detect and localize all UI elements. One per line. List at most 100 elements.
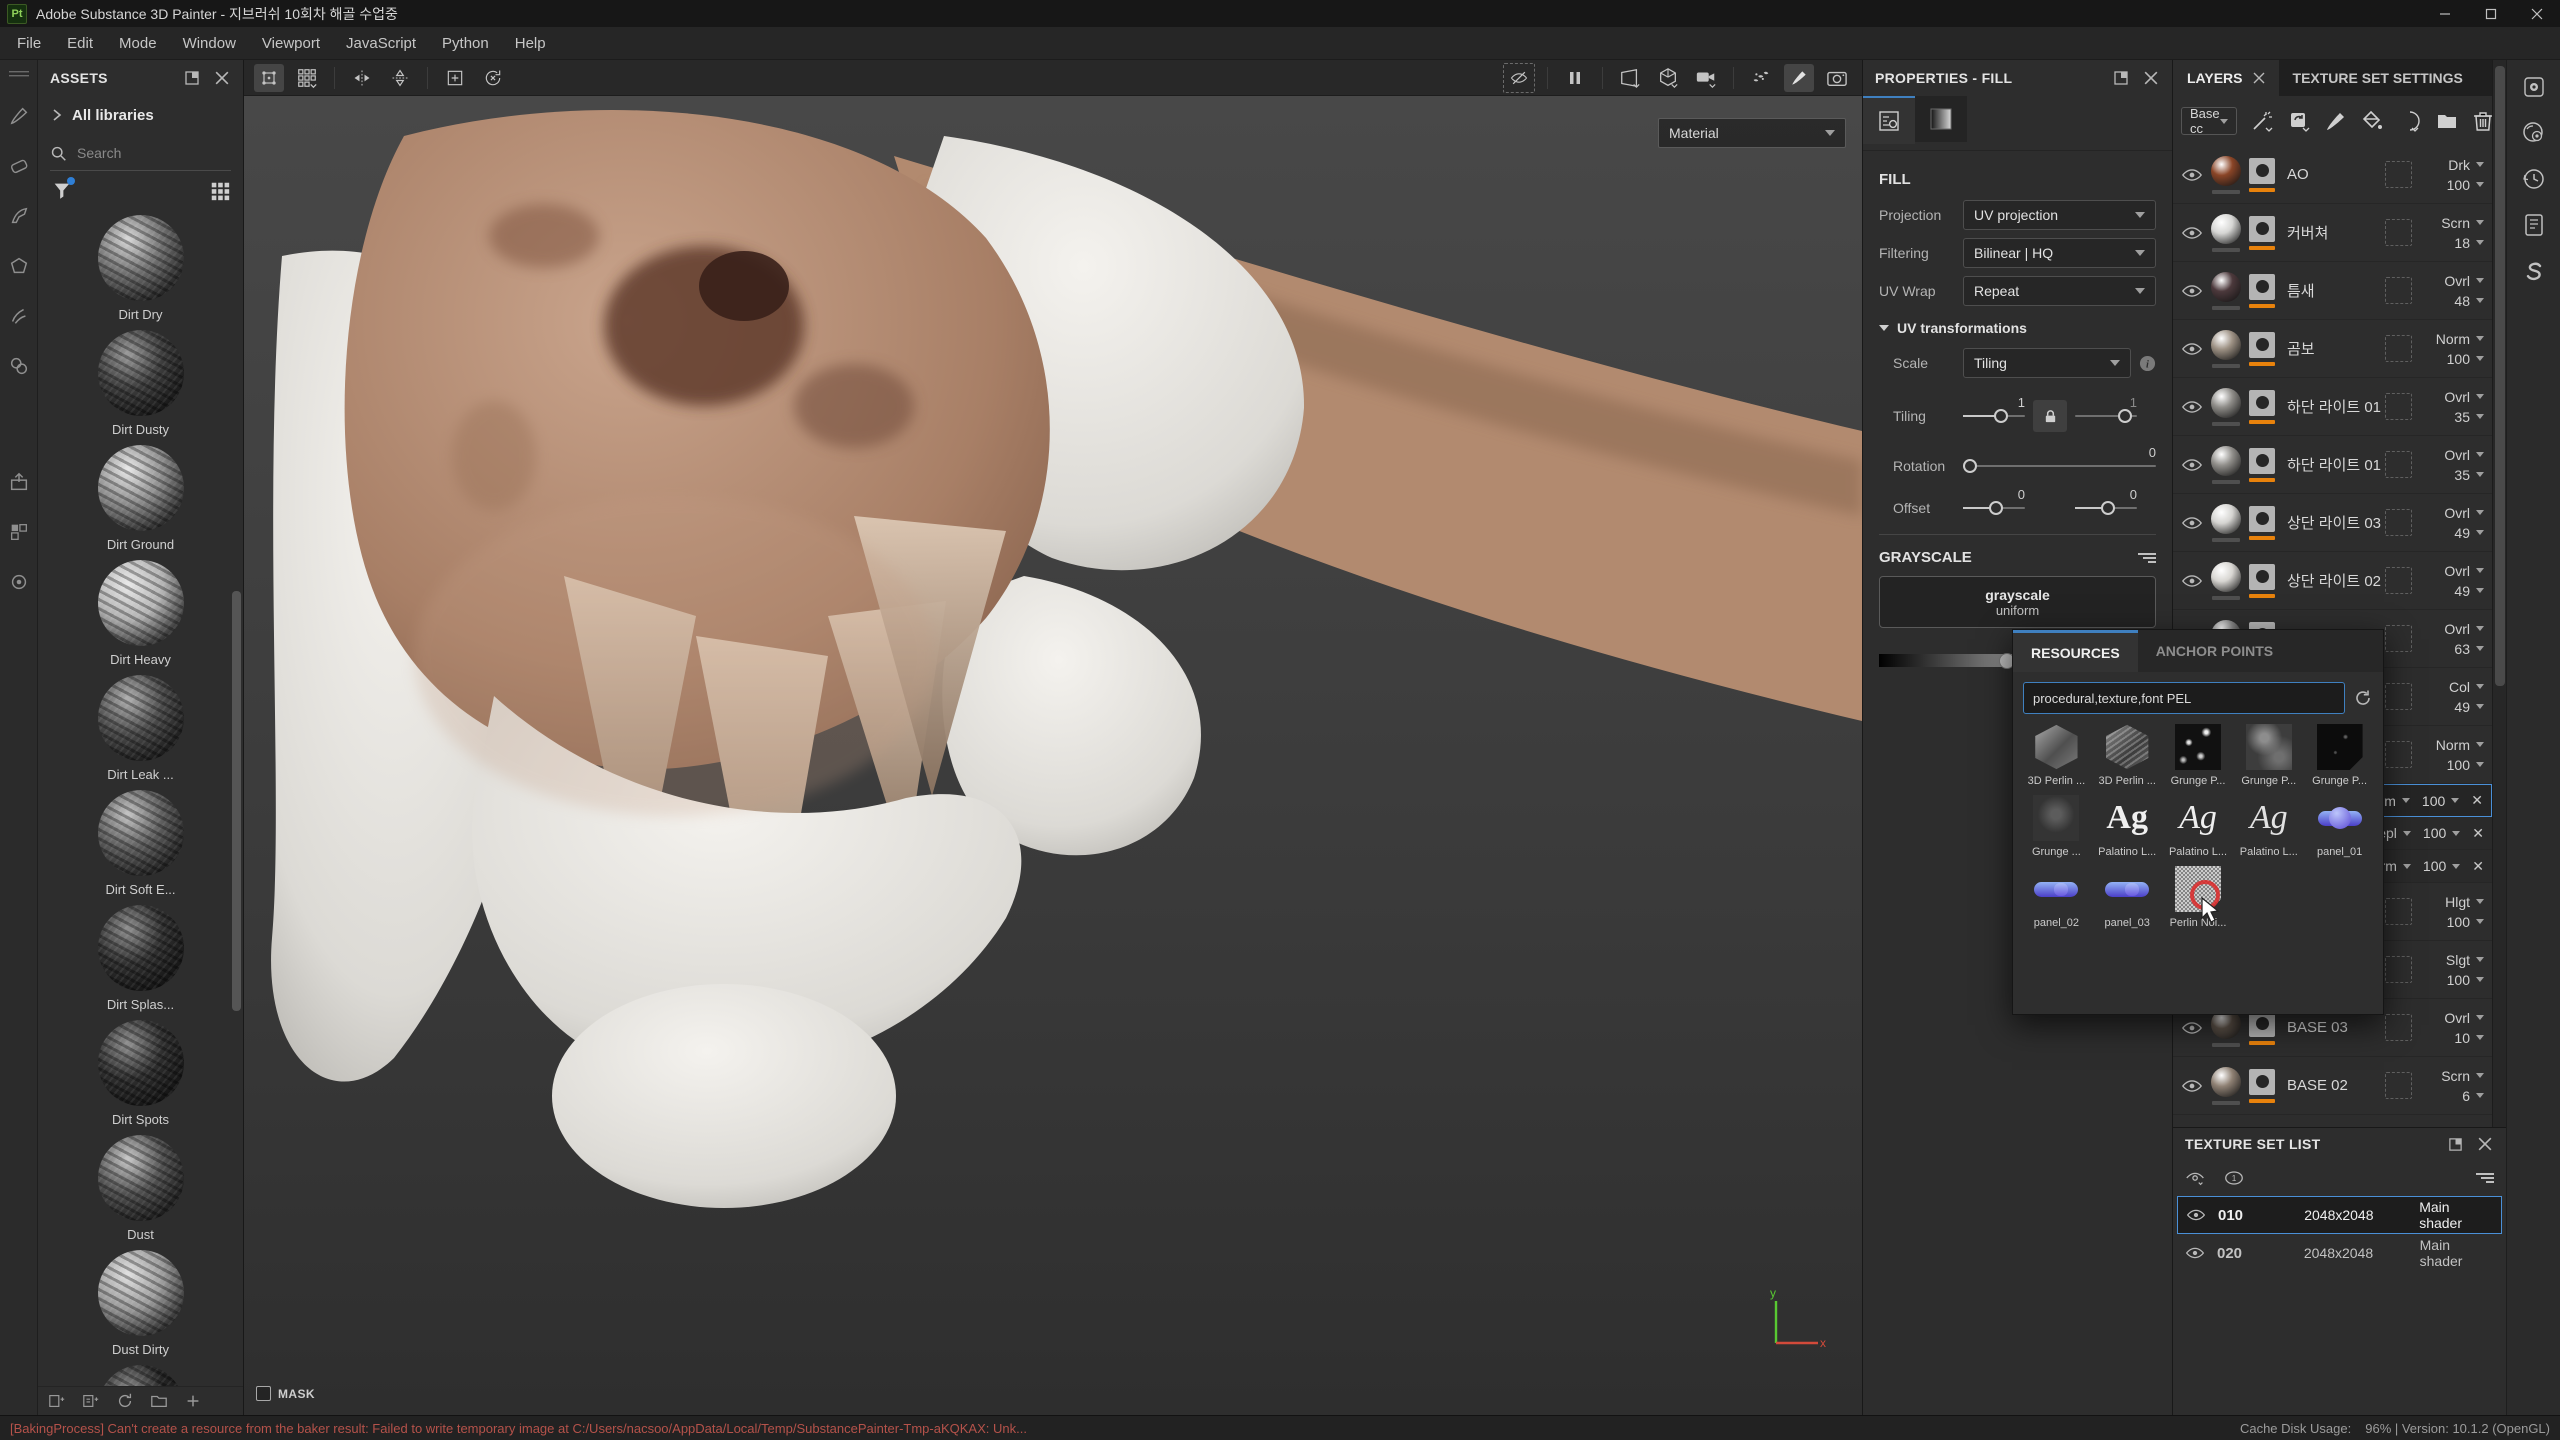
log-icon[interactable] [2521,212,2547,238]
layer-row[interactable]: 곰보 Norm 100 ✕ [2173,320,2492,378]
layer-mask-thumbnail[interactable] [2249,274,2275,300]
display-settings-icon[interactable] [2521,74,2547,100]
close-icon[interactable] [213,69,231,87]
all-libraries-selector[interactable]: All libraries [38,96,243,134]
asset-item[interactable]: Dust Occl... [66,1365,216,1386]
layer-mask-thumbnail[interactable] [2249,332,2275,358]
filter-funnel-icon[interactable] [50,179,74,203]
texture-set-row[interactable]: 010 2048x2048 Main shader [2177,1196,2502,1234]
layer-blend-mode[interactable]: Scrn [2441,215,2484,231]
add-shelf-icon[interactable] [48,1392,66,1410]
tab-texture-set-settings[interactable]: TEXTURE SET SETTINGS [2279,60,2492,96]
layer-blend-mode[interactable]: Ovrl [2444,447,2484,463]
refresh-icon[interactable] [116,1392,134,1410]
magic-wand-icon[interactable] [2250,109,2274,133]
resource-item[interactable]: Grunge P... [2163,724,2234,787]
add-mask-icon[interactable] [2398,109,2422,133]
reset-rotation-icon[interactable] [478,64,508,92]
shader-settings-icon[interactable] [2521,120,2547,146]
tab-anchor-points[interactable]: ANCHOR POINTS [2138,630,2291,672]
layer-visibility-icon[interactable] [2181,512,2203,534]
tab-layers[interactable]: LAYERS [2173,60,2279,96]
projection-select[interactable]: UV projection [1963,200,2156,230]
layer-opacity[interactable]: 100 [2447,972,2484,988]
resource-item[interactable]: Ag Palatino L... [2092,795,2163,858]
tab-resources[interactable]: RESOURCES [2013,630,2138,672]
layer-row[interactable]: AO Drk 100 ✕ [2173,146,2492,204]
undock-icon[interactable] [2112,69,2130,87]
layer-opacity[interactable]: 49 [2454,583,2484,599]
asset-item[interactable]: Dust [66,1135,216,1242]
layer-opacity[interactable]: 35 [2454,409,2484,425]
layer-material-thumbnail[interactable] [2211,272,2241,302]
resource-item[interactable]: panel_02 [2021,866,2092,929]
menu-item[interactable]: JavaScript [333,27,429,60]
grid-view-icon[interactable] [209,180,231,202]
screenshot-camera-icon[interactable] [1822,64,1852,92]
list-filter-icon[interactable] [2138,553,2156,563]
asset-item[interactable]: Dirt Dusty [66,330,216,437]
tiling-y-slider[interactable]: 1 [2075,415,2137,417]
layer-opacity[interactable]: 35 [2454,467,2484,483]
scale-select[interactable]: Tiling [1963,348,2131,378]
grayscale-value-slider[interactable] [1879,654,2013,667]
gizmo-tool-icon[interactable] [254,64,284,92]
layer-blend-mode[interactable]: Ovrl [2444,563,2484,579]
layer-opacity[interactable]: 100 [2447,757,2484,773]
effect-close-icon[interactable]: ✕ [2472,858,2484,875]
close-icon[interactable] [2476,1135,2494,1153]
effect-close-icon[interactable]: ✕ [2472,825,2484,842]
viewport-material-dropdown[interactable]: Material [1658,118,1846,148]
layer-visibility-icon[interactable] [2181,1017,2203,1039]
maximize-button[interactable] [2468,0,2514,27]
layer-opacity[interactable]: 18 [2454,235,2484,251]
eraser-tool-icon[interactable] [7,154,31,178]
layers-scrollbar[interactable] [2492,60,2507,1127]
layer-material-thumbnail[interactable] [2211,388,2241,418]
resource-item[interactable]: Grunge P... [2233,724,2304,787]
layer-visibility-icon[interactable] [2181,338,2203,360]
layer-blend-mode[interactable]: Hlgt [2445,894,2484,910]
layer-blend-mode[interactable]: Ovrl [2444,1010,2484,1026]
viewmode-cube-icon[interactable] [1653,64,1683,92]
layer-blend-mode[interactable]: Ovrl [2444,389,2484,405]
substance-share-icon[interactable] [2521,258,2547,284]
minimize-button[interactable] [2422,0,2468,27]
layer-mask-thumbnail[interactable] [2249,216,2275,242]
resource-item[interactable]: panel_03 [2092,866,2163,929]
history-icon[interactable] [2521,166,2547,192]
assets-scrollbar[interactable] [232,591,241,1011]
layer-opacity[interactable]: 49 [2454,525,2484,541]
asset-item[interactable]: Dust Dirty [66,1250,216,1357]
asset-item[interactable]: Dirt Ground [66,445,216,552]
smudge-tool-icon[interactable] [7,304,31,328]
shelf-panel-icon[interactable] [7,520,31,544]
layer-material-thumbnail[interactable] [2211,330,2241,360]
layer-mask-thumbnail[interactable] [2249,564,2275,590]
layer-mask-thumbnail[interactable] [2249,390,2275,416]
undock-icon[interactable] [2446,1135,2464,1153]
layer-opacity[interactable]: 100 [2422,793,2459,809]
import-resources-icon[interactable] [82,1392,100,1410]
asset-item[interactable]: Dirt Heavy [66,560,216,667]
asset-item[interactable]: Dirt Splas... [66,905,216,1012]
layer-blend-mode[interactable]: Drk [2448,157,2484,173]
layer-opacity[interactable]: 100 [2423,825,2460,841]
layer-row[interactable]: 틈새 Ovrl 48 ✕ [2173,262,2492,320]
asset-item[interactable]: Dirt Dry [66,215,216,322]
menu-item[interactable]: Python [429,27,502,60]
uv-wrap-select[interactable]: Repeat [1963,276,2156,306]
layer-opacity[interactable]: 6 [2462,1088,2484,1104]
asset-item[interactable]: Dirt Soft E... [66,790,216,897]
asset-search[interactable] [50,136,231,171]
layer-visibility-icon[interactable] [2181,396,2203,418]
perspective-view-icon[interactable] [1615,64,1645,92]
list-filter-icon[interactable] [2476,1173,2494,1183]
close-icon[interactable] [2253,72,2265,84]
grayscale-resource-button[interactable]: grayscale uniform [1879,576,2156,628]
folder-icon[interactable] [150,1392,168,1410]
add-icon[interactable] [184,1392,202,1410]
menu-item[interactable]: Help [502,27,559,60]
layer-opacity[interactable]: 100 [2423,858,2460,874]
hide-selection-icon[interactable] [1503,63,1535,93]
